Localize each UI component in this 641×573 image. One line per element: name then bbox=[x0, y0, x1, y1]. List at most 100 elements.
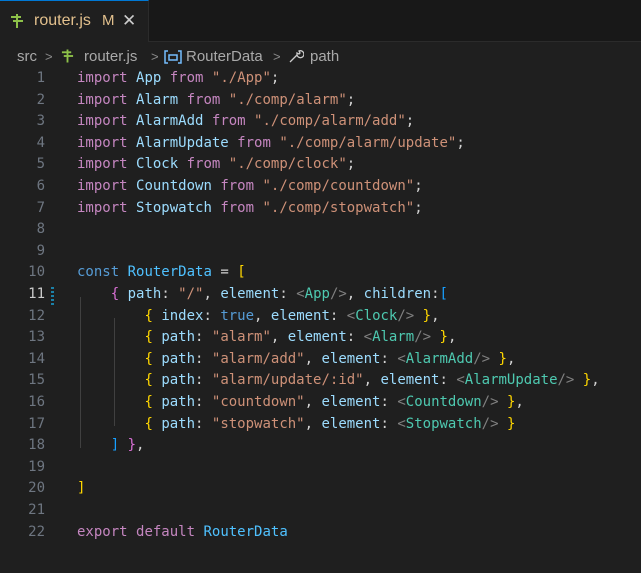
code-line[interactable]: 17 { path: "stopwatch", element: <Stopwa… bbox=[0, 414, 641, 436]
code-line[interactable]: 16 { path: "countdown", element: <Countd… bbox=[0, 392, 641, 414]
code-token: element bbox=[321, 350, 381, 367]
code-token: , bbox=[304, 350, 322, 367]
breadcrumb-symbol[interactable]: RouterData bbox=[186, 48, 263, 65]
code-token: Alarm bbox=[372, 329, 415, 346]
code-line[interactable]: 15 { path: "alarm/update/:id", element: … bbox=[0, 370, 641, 392]
code-token: : bbox=[346, 329, 364, 346]
code-token: ; bbox=[414, 178, 423, 194]
code-token: : bbox=[161, 286, 179, 302]
breadcrumb-folder[interactable]: src bbox=[17, 48, 37, 65]
code-token: from bbox=[220, 178, 255, 194]
line-number: 14 bbox=[28, 350, 45, 367]
code-token: path bbox=[161, 350, 196, 367]
code-line[interactable]: 2 import Alarm from "./comp/alarm"; bbox=[0, 90, 641, 112]
code-line[interactable]: 11 { path: "/", element: <App/>, childre… bbox=[0, 284, 641, 306]
code-line[interactable]: 18 ] }, bbox=[0, 435, 641, 457]
line-number: 2 bbox=[36, 91, 45, 108]
code-token: : bbox=[329, 307, 347, 324]
code-text: ] }, bbox=[77, 435, 145, 457]
code-token: import bbox=[77, 113, 128, 130]
code-token: : bbox=[195, 329, 212, 346]
code-token: ; bbox=[456, 134, 465, 151]
code-line[interactable]: 3 import AlarmAdd from "./comp/alarm/add"… bbox=[0, 111, 641, 133]
code-line[interactable]: 21 bbox=[0, 500, 641, 522]
code-token: Countdown bbox=[136, 178, 212, 194]
code-token: element bbox=[270, 307, 330, 324]
tab-router-js[interactable]: router.js M ✕ bbox=[0, 0, 149, 42]
code-token: ; bbox=[346, 91, 356, 108]
code-token: } bbox=[506, 415, 516, 432]
code-token: import bbox=[77, 178, 128, 194]
code-token: } bbox=[127, 437, 137, 454]
code-token: "./App" bbox=[211, 70, 271, 86]
line-number: 10 bbox=[28, 264, 45, 281]
code-token: AlarmUpdate bbox=[464, 372, 558, 389]
code-token: Alarm bbox=[136, 91, 179, 108]
code-token: = bbox=[211, 264, 238, 281]
breadcrumb-property[interactable]: path bbox=[310, 48, 339, 65]
breadcrumb: src > router.js > RouterData > path bbox=[0, 42, 641, 70]
code-line[interactable]: 14 { path: "alarm/add", element: <AlarmA… bbox=[0, 349, 641, 371]
breadcrumb-file[interactable]: router.js bbox=[84, 48, 137, 65]
code-line[interactable]: 6 import Countdown from "./comp/countdown… bbox=[0, 176, 641, 198]
code-token: < bbox=[397, 415, 406, 432]
modified-indicator: M bbox=[102, 12, 115, 29]
close-icon[interactable]: ✕ bbox=[122, 11, 136, 31]
code-line[interactable]: 1 import App from "./App"; bbox=[0, 68, 641, 90]
code-line[interactable]: 12 { index: true, element: <Clock/> }, bbox=[0, 306, 641, 328]
line-number: 3 bbox=[36, 113, 45, 130]
code-token: import bbox=[77, 91, 128, 108]
line-number: 22 bbox=[28, 523, 45, 540]
code-line[interactable]: 19 bbox=[0, 457, 641, 479]
code-line[interactable]: 5 import Clock from "./comp/clock"; bbox=[0, 154, 641, 176]
code-token: from bbox=[169, 70, 204, 86]
line-number: 8 bbox=[36, 221, 45, 238]
code-token: [ bbox=[439, 286, 448, 302]
code-line[interactable]: 10 const RouterData = [ bbox=[0, 262, 641, 284]
line-number: 15 bbox=[28, 372, 45, 389]
code-token: RouterData bbox=[127, 264, 212, 281]
code-token: < bbox=[296, 286, 305, 302]
code-token: { bbox=[144, 394, 153, 410]
code-token: "countdown" bbox=[211, 394, 305, 410]
code-token: import bbox=[77, 199, 128, 216]
tab-bar: router.js M ✕ bbox=[0, 0, 641, 42]
code-line[interactable]: 7 import Stopwatch from "./comp/stopwatch… bbox=[0, 198, 641, 220]
tab-title: router.js bbox=[34, 12, 91, 29]
code-token: "./comp/alarm/add" bbox=[254, 113, 406, 130]
code-token: /> bbox=[481, 394, 499, 410]
code-token: element bbox=[321, 415, 381, 432]
wrench-icon bbox=[289, 50, 304, 63]
code-line[interactable]: 20] bbox=[0, 478, 641, 500]
code-token: , bbox=[304, 394, 322, 410]
code-text: { path: "alarm/add", element: <AlarmAdd/… bbox=[77, 349, 515, 371]
code-line[interactable]: 13 { path: "alarm", element: <Alarm/> }, bbox=[0, 327, 641, 349]
code-token: "./comp/stopwatch" bbox=[262, 199, 415, 216]
code-line[interactable]: 4 import AlarmUpdate from "./comp/alarm/u… bbox=[0, 133, 641, 155]
code-text: { path: "alarm/update/:id", element: <Al… bbox=[77, 370, 599, 392]
code-text: import Alarm from "./comp/alarm"; bbox=[77, 90, 355, 112]
code-token: , bbox=[254, 307, 271, 324]
code-token: "alarm" bbox=[211, 329, 271, 346]
code-line[interactable]: 22 export default RouterData bbox=[0, 522, 641, 544]
line-number: 16 bbox=[28, 394, 45, 410]
code-line[interactable]: 8 bbox=[0, 219, 641, 241]
code-editor[interactable]: 1 import App from "./App"; 2 import Alarm f… bbox=[0, 70, 641, 573]
code-text: import Stopwatch from "./comp/stopwatch"… bbox=[77, 198, 423, 220]
code-line[interactable]: 9 bbox=[0, 241, 641, 263]
code-text: { path: "/", element: <App/>, children:[ bbox=[77, 284, 448, 306]
code-text: import AlarmAdd from "./comp/alarm/add"; bbox=[77, 111, 414, 133]
code-token: children bbox=[363, 286, 432, 302]
